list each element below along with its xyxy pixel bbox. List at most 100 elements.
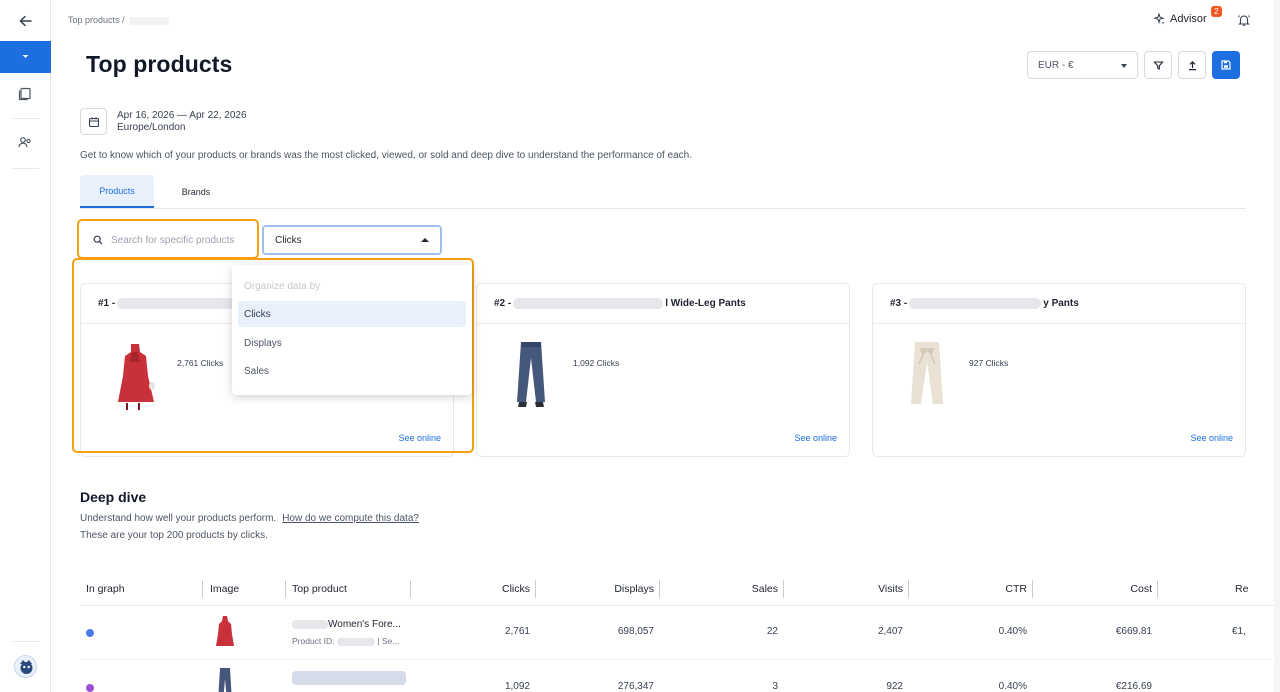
graph-toggle-dot[interactable]: [86, 684, 94, 692]
product-name[interactable]: [292, 671, 406, 685]
column-top-product[interactable]: Top product: [292, 583, 347, 595]
product-rank: #2 -: [494, 298, 512, 309]
caret-down-icon: [1121, 64, 1127, 68]
cell-visits: 2,407: [877, 626, 903, 637]
tab-products[interactable]: Products: [80, 175, 154, 208]
column-resize-handle[interactable]: [202, 580, 203, 598]
option-clicks[interactable]: Clicks: [238, 301, 466, 327]
cell-displays: 698,057: [617, 626, 654, 637]
currency-select[interactable]: EUR - €: [1027, 51, 1138, 79]
column-resize-handle[interactable]: [1157, 580, 1158, 598]
rail-active-item[interactable]: [0, 41, 51, 73]
section-note: These are your top 200 products by click…: [80, 530, 268, 541]
filter-button[interactable]: [1144, 51, 1172, 79]
column-resize-handle[interactable]: [410, 580, 411, 598]
tab-bar: Products Brands: [80, 175, 1246, 209]
calendar-button[interactable]: [80, 108, 107, 135]
section-subtitle: Understand how well your products perfor…: [80, 513, 419, 524]
table-row[interactable]: 1,092 276,347 3 922 0.40% €216.69: [80, 661, 1280, 692]
back-arrow-icon[interactable]: [17, 12, 35, 30]
users-icon[interactable]: [17, 134, 33, 150]
product-card-title: #2 - l Wide-Leg Pants: [477, 284, 849, 324]
column-cost[interactable]: Cost: [1072, 583, 1152, 595]
column-displays[interactable]: Displays: [574, 583, 654, 595]
page-description: Get to know which of your products or br…: [80, 150, 693, 161]
avatar-icon: [20, 660, 33, 674]
column-resize-handle[interactable]: [908, 580, 909, 598]
tab-brands[interactable]: Brands: [164, 175, 228, 208]
page-scrollbar[interactable]: [1274, 0, 1280, 692]
column-image[interactable]: Image: [210, 583, 239, 595]
search-input[interactable]: Search for specific products: [81, 225, 254, 255]
avatar[interactable]: [14, 655, 37, 678]
export-button[interactable]: [1178, 51, 1206, 79]
product-image: [911, 342, 943, 404]
product-name-redacted: [292, 619, 328, 629]
date-range[interactable]: Apr 16, 2026 — Apr 22, 2026 Europe/Londo…: [80, 108, 247, 135]
option-sales[interactable]: Sales: [238, 358, 466, 384]
product-card: #2 - l Wide-Leg Pants 1,092 Clicks See on…: [476, 283, 850, 457]
rail-divider: [12, 118, 39, 119]
breadcrumb[interactable]: Top products /: [68, 15, 169, 25]
section-subtitle-text: Understand how well your products perfor…: [80, 513, 277, 524]
search-placeholder: Search for specific products: [111, 234, 235, 246]
option-displays[interactable]: Displays: [238, 330, 466, 356]
column-resize-handle[interactable]: [659, 580, 660, 598]
column-resize-handle[interactable]: [783, 580, 784, 598]
cell-ctr: 0.40%: [998, 626, 1027, 637]
see-online-link[interactable]: See online: [794, 433, 837, 443]
advisor-button[interactable]: Advisor 2: [1153, 6, 1222, 25]
product-image: [517, 342, 545, 407]
save-button[interactable]: [1212, 51, 1240, 79]
product-name-suffix: l Wide-Leg Pants: [665, 298, 746, 309]
cell-revenue: €1,: [1232, 626, 1246, 637]
breadcrumb-separator: /: [119, 15, 125, 25]
product-name[interactable]: Women's Fore...: [292, 619, 401, 630]
product-metric-value: 927 Clicks: [969, 358, 1009, 368]
product-metric-value: 1,092 Clicks: [573, 358, 620, 368]
column-resize-handle[interactable]: [535, 580, 536, 598]
column-resize-handle[interactable]: [285, 580, 286, 598]
product-id: Product ID: | Se...: [292, 636, 399, 646]
column-visits[interactable]: Visits: [823, 583, 903, 595]
notification-badge: 2: [1211, 6, 1222, 17]
calendar-icon: [88, 116, 99, 127]
column-revenue[interactable]: Re: [1235, 583, 1248, 595]
column-resize-handle[interactable]: [1032, 580, 1033, 598]
breadcrumb-label[interactable]: Top products: [68, 15, 120, 25]
product-name-text: Women's Fore...: [328, 619, 401, 630]
product-name-suffix: y Pants: [1043, 298, 1079, 309]
page-title: Top products: [86, 51, 233, 77]
search-icon: [93, 235, 103, 245]
table-row[interactable]: Women's Fore... Product ID: | Se... 2,76…: [80, 606, 1280, 660]
dropdown-header: Organize data by: [244, 280, 321, 292]
filter-icon: [1152, 60, 1164, 70]
metric-select[interactable]: Clicks: [262, 225, 442, 255]
upload-icon: [1188, 60, 1196, 70]
timezone-text: Europe/London: [117, 122, 186, 133]
column-clicks[interactable]: Clicks: [450, 583, 530, 595]
section-title: Deep dive: [80, 489, 147, 505]
save-icon: [1221, 60, 1231, 70]
sparkle-icon: [1153, 13, 1165, 25]
caret-up-icon: [421, 238, 429, 242]
cell-cost: €669.81: [1115, 626, 1152, 637]
compute-info-link[interactable]: How do we compute this data?: [282, 513, 419, 524]
pages-icon[interactable]: [17, 86, 33, 102]
see-online-link[interactable]: See online: [1190, 433, 1233, 443]
column-in-graph[interactable]: In graph: [86, 583, 125, 595]
breadcrumb-redacted: [128, 16, 169, 25]
column-sales[interactable]: Sales: [698, 583, 778, 595]
graph-toggle-dot[interactable]: [86, 629, 94, 637]
date-range-text: Apr 16, 2026 — Apr 22, 2026: [117, 110, 247, 121]
column-ctr[interactable]: CTR: [947, 583, 1027, 595]
advisor-label: Advisor: [1170, 13, 1207, 25]
left-rail: [0, 0, 51, 692]
bell-icon[interactable]: [1237, 13, 1251, 27]
table-header: In graph Image Top product Clicks Displa…: [80, 576, 1280, 606]
product-card: #3 - y Pants 927 Clicks See online: [872, 283, 1246, 457]
product-id-suffix: | Se...: [377, 636, 400, 646]
cell-displays: 276,347: [617, 681, 654, 692]
metric-select-value: Clicks: [275, 234, 302, 246]
product-thumbnail: [218, 668, 232, 692]
